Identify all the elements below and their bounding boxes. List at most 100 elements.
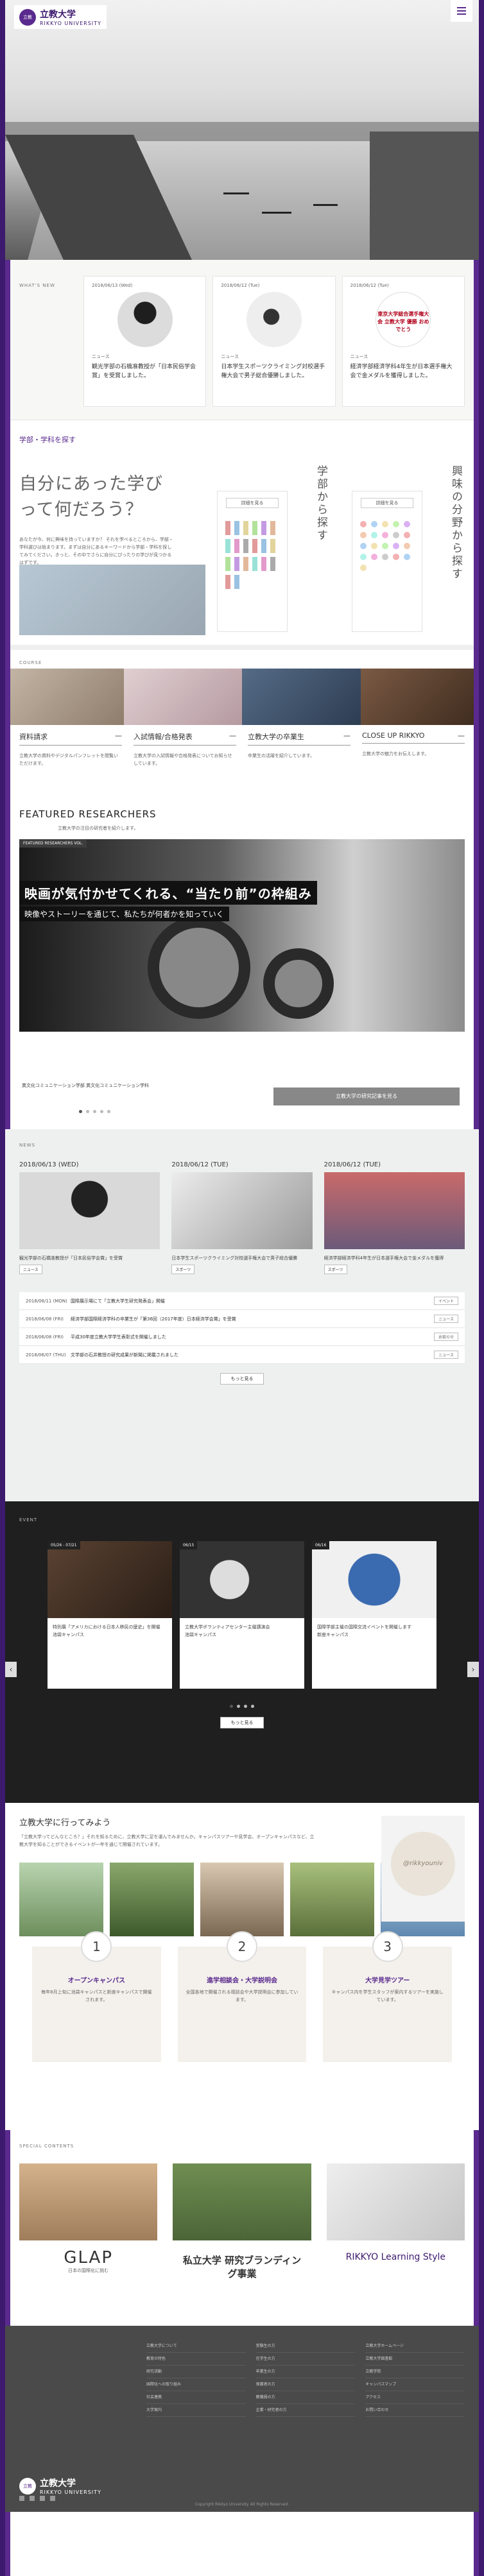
event-title: 国際学部主催の国際交流イベントを開催します (317, 1625, 411, 1630)
news-photo (324, 1172, 465, 1249)
footer-link[interactable]: 教育の特色 (146, 2353, 246, 2366)
whatsnew-tag: ニュース (350, 354, 368, 359)
arrow-right-icon: — (343, 731, 350, 740)
chevron-right-icon[interactable]: › (467, 1662, 479, 1677)
footer-link[interactable]: 立教学院 (365, 2366, 465, 2378)
footer-link[interactable]: 教職員の方 (255, 2391, 356, 2404)
fr-caption-sub: 映像やストーリーを通じて、私たちが何者かを知っていく (19, 907, 229, 921)
course-item[interactable]: CLOSE UP RIKKYO — 立教大学の魅力をお伝えします。 (362, 731, 465, 783)
whatsnew-card[interactable]: 2018/06/13 (Wed) ニュース 観光学部の石橋准教授が「日本民俗学会… (83, 276, 207, 407)
dept-faculty-button[interactable]: 詳細を見る (226, 498, 279, 508)
news-text: 観光学部の石橋准教授が「日本民俗学会賞」を受賞 (19, 1256, 123, 1261)
footer-link[interactable]: 立教大学について (146, 2340, 246, 2353)
visit-section: 立教大学に行ってみよう 「立教大学ってどんなところ？」それを知るために、立教大学… (5, 1803, 479, 2130)
dept-faculty-box[interactable]: 詳細を見る (217, 491, 288, 632)
visit-card[interactable]: 1 オープンキャンパス 毎年8月上旬に池袋キャンパスと新座キャンパスで開催されます。 (32, 1931, 161, 2062)
special-logo: 私立大学 研究ブランディング事業 (182, 2255, 302, 2280)
special-card[interactable]: GLAP 日本の国際化に挑む (19, 2163, 158, 2292)
fr-tag: FEATURED RESEARCHERS VOL. (19, 839, 87, 848)
footer-link[interactable]: 大学案内 (146, 2404, 246, 2417)
course-item[interactable]: 立教大学の卒業生 — 卒業生の活躍を紹介しています。 (248, 731, 350, 783)
footer-link[interactable]: 保護者の方 (255, 2378, 356, 2391)
visit-card-number: 3 (372, 1931, 403, 1962)
whatsnew-date: 2018/06/12 (Tue) (350, 283, 389, 288)
visit-card-title: 大学見学ツアー (365, 1977, 410, 1984)
dept-big-heading: 自分にあった学びって何だろう？ (19, 474, 163, 520)
special-card[interactable]: RIKKYO Learning Style (326, 2163, 465, 2292)
footer-logo[interactable]: 立教 立教大学 RIKKYO UNIVERSITY (19, 2477, 101, 2495)
news-tag: ニュース (19, 1265, 42, 1274)
dept-heading: 学部・学科を探す (19, 436, 76, 444)
whatsnew-card[interactable]: 2018/06/12 (Tue) 東京大学総合選手権大会 立教大学 優勝 おめで… (341, 276, 465, 407)
footer-link[interactable]: 立教大学図書館 (365, 2353, 465, 2366)
news-card[interactable]: 2018/06/13 (WED) 観光学部の石橋准教授が「日本民俗学会賞」を受賞… (19, 1161, 160, 1274)
event-card[interactable]: 06/15 立教大学ボランティアセンター主催講演会 池袋キャンパス (180, 1541, 304, 1689)
footer-link[interactable]: キャンパスマップ (365, 2378, 465, 2391)
footer-link[interactable]: 国際化への取り組み (146, 2378, 246, 2391)
fr-image[interactable]: FEATURED RESEARCHERS VOL. 映画が気付かせてくれる、“当… (19, 839, 465, 1032)
social-icons (19, 2496, 55, 2501)
fr-pager[interactable] (79, 1110, 110, 1113)
hero-boat (313, 204, 338, 206)
dept-interest-box[interactable]: 詳細を見る (352, 491, 422, 632)
footer-link[interactable]: 在学生の方 (255, 2353, 356, 2366)
news-row[interactable]: 2018/06/08 (FRI) 経済学部国際経済学科の卒業生が「第36回（201… (19, 1310, 465, 1328)
news-card[interactable]: 2018/06/12 (TUE) 経済学部経済学科4年生が日本選手権大会で金メダ… (324, 1161, 465, 1274)
event-date-badge: 06/16 (312, 1541, 330, 1549)
news-row[interactable]: 2018/06/07 (THU) 文学部の石井教授の研究成果が新聞に掲載されました… (19, 1346, 465, 1364)
course-item[interactable]: 資料請求 — 立教大学の資料やデジタルパンフレットを閲覧いただけます。 (19, 731, 122, 783)
special-card[interactable]: 私立大学 研究ブランディング事業 (173, 2163, 311, 2292)
news-photo (171, 1172, 313, 1249)
news-more-button[interactable]: もっと見る (220, 1373, 264, 1385)
news-row-title: 文学部の石井教授の研究成果が新聞に掲載されました (71, 1352, 178, 1358)
footer-link[interactable]: 企業・研究者の方 (255, 2404, 356, 2417)
visit-card[interactable]: 3 大学見学ツアー キャンパス内を学生スタッフが案内するツアーを実施しています。 (323, 1931, 453, 2062)
course-title: CLOSE UP RIKKYO (362, 731, 425, 740)
hamburger-menu-icon[interactable] (451, 0, 472, 22)
footer-link[interactable]: 受験生の方 (255, 2340, 356, 2353)
whatsnew-label: WHAT'S NEW (19, 283, 55, 288)
facebook-icon[interactable] (19, 2496, 24, 2501)
footer-column: 受験生の方 在学生の方 卒業生の方 保護者の方 教職員の方 企業・研究者の方 (255, 2340, 356, 2417)
events-label: EVENT (19, 1517, 38, 1523)
fr-more-button[interactable]: 立教大学の研究記事を見る (273, 1088, 460, 1105)
event-card[interactable]: 05/26 - 07/21 特別展「アメリカにおける日本人移民の歴史」を開催 池袋… (48, 1541, 172, 1689)
course-item[interactable]: 入試情報/合格発表 — 立教大学の入試情報や合格発表についてお知らせしています。 (134, 731, 236, 783)
news-list: 2018/06/11 (MON) 国際展示場にて「立教大学生研究発表会」開催 イベン… (19, 1292, 465, 1364)
whatsnew-card[interactable]: 2018/06/12 (Tue) ニュース 日本学生スポーツクライミング対校選手… (212, 276, 336, 407)
footer-link[interactable]: 研究活動 (146, 2366, 246, 2378)
youtube-icon[interactable] (40, 2496, 45, 2501)
news-row[interactable]: 2018/06/11 (MON) 国際展示場にて「立教大学生研究発表会」開催 イベン… (19, 1292, 465, 1310)
footer-link[interactable]: 卒業生の方 (255, 2366, 356, 2378)
footer-link[interactable]: 立教大学ホームページ (365, 2340, 465, 2353)
instagram-box[interactable]: @rikkyouniv (381, 1816, 465, 1922)
visit-card-number: 2 (227, 1931, 257, 1962)
visit-card[interactable]: 2 進学相談会・大学説明会 全国各地で開催される相談会や大学説明会に参加しています。 (177, 1931, 307, 2062)
visit-card-number: 1 (81, 1931, 112, 1962)
whatsnew-photo: 東京大学総合選手権大会 立教大学 優勝 おめでとう (376, 292, 431, 347)
page-root: 立教 立教大学 RIKKYO UNIVERSITY WHAT'S NEW 201… (5, 0, 479, 2576)
news-row[interactable]: 2018/06/08 (FRI) 平成30年度立教大学学生表彰式を開催しました お知… (19, 1328, 465, 1346)
footer-link[interactable]: アクセス (365, 2391, 465, 2404)
chevron-left-icon[interactable]: ‹ (5, 1662, 17, 1677)
fr-caption: 映画が気付かせてくれる、“当たり前”の枠組み (19, 881, 317, 905)
university-seal-icon: 立教 (19, 8, 36, 26)
site-footer: 立教大学について 教育の特色 研究活動 国際化への取り組み 社会連携 大学案内 受験生の方… (5, 2326, 479, 2512)
whatsnew-date: 2018/06/13 (Wed) (92, 283, 133, 288)
footer-link[interactable]: お問い合わせ (365, 2404, 465, 2417)
site-logo[interactable]: 立教 立教大学 RIKKYO UNIVERSITY (14, 5, 107, 29)
whatsnew-section: WHAT'S NEW 2018/06/13 (Wed) ニュース 観光学部の石橋… (5, 260, 479, 420)
news-row-date: 2018/06/08 (FRI) (26, 1316, 64, 1322)
news-photo (19, 1172, 160, 1249)
film-reel (263, 948, 334, 1019)
news-card[interactable]: 2018/06/12 (TUE) 日本学生スポーツクライミング対校選手権大会で男… (171, 1161, 313, 1274)
dept-interest-button[interactable]: 詳細を見る (361, 498, 413, 508)
events-pager[interactable] (19, 1705, 465, 1708)
news-row-category: ニュース (434, 1351, 458, 1359)
events-more-button[interactable]: もっと見る (220, 1717, 264, 1728)
footer-link[interactable]: 社会連携 (146, 2391, 246, 2404)
event-card[interactable]: 06/16 国際学部主催の国際交流イベントを開催します 新座キャンパス (312, 1541, 436, 1689)
twitter-icon[interactable] (30, 2496, 35, 2501)
news-row-title: 平成30年度立教大学学生表彰式を開催しました (71, 1334, 166, 1340)
instagram-icon[interactable] (50, 2496, 55, 2501)
